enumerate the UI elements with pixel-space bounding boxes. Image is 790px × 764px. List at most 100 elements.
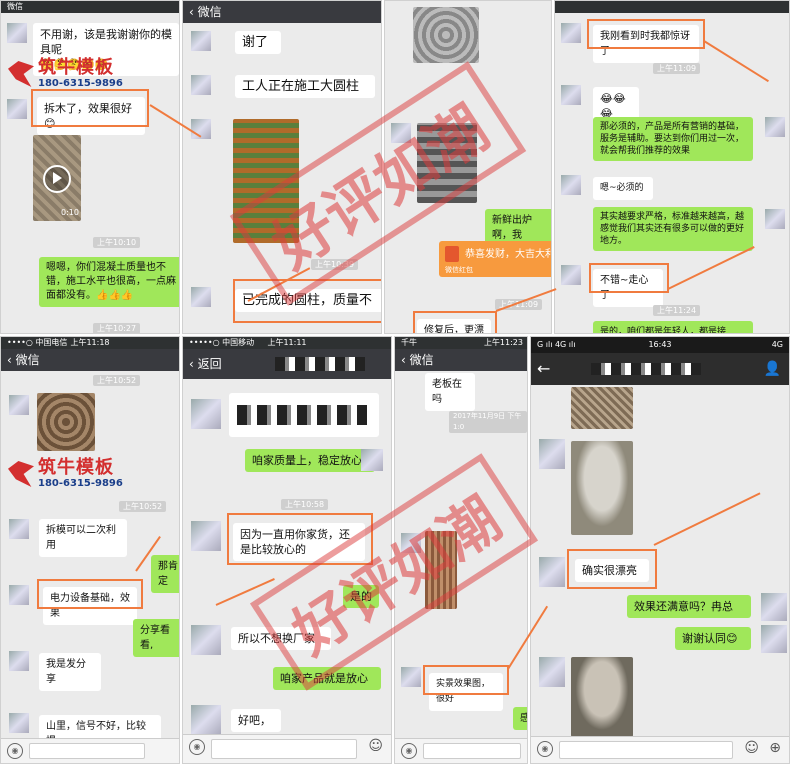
avatar[interactable] — [9, 395, 29, 415]
voice-icon[interactable]: ◉ — [401, 743, 417, 759]
avatar[interactable] — [361, 449, 383, 471]
emoji-icon[interactable]: ☺ — [368, 738, 383, 754]
avatar[interactable] — [9, 713, 29, 733]
photo-thumbnail[interactable] — [571, 441, 633, 535]
profile-icon[interactable]: 👤 — [764, 353, 781, 385]
message-input[interactable] — [423, 743, 521, 759]
status-bar: 微信 — [1, 1, 179, 13]
red-packet-label: 微信红包 — [445, 266, 473, 274]
video-thumbnail[interactable]: 0:10 — [33, 135, 81, 221]
highlight-box — [589, 263, 669, 293]
status-bar: ••••○ 中国电信 上午11:18 — [1, 337, 179, 349]
back-button[interactable]: ‹ 返回 — [189, 349, 222, 379]
timestamp: 上午10:10 — [93, 237, 141, 248]
brand-phone: 180-6315-9896 — [38, 478, 123, 489]
avatar[interactable] — [561, 85, 581, 105]
back-arrow-icon[interactable]: ← — [537, 353, 550, 385]
status-bar: 千牛 上午11:23 — [395, 337, 527, 349]
avatar[interactable] — [539, 557, 565, 587]
back-button[interactable]: ‹ 微信 — [401, 349, 434, 371]
message-bubble: 谢谢认同😊 — [675, 627, 751, 650]
message-bubble: 我是发分享 — [39, 653, 101, 691]
red-packet[interactable]: 恭喜发财，大吉大利 微信红包 — [439, 241, 552, 277]
avatar[interactable] — [7, 99, 27, 119]
message-bubble: 老板在吗 — [425, 373, 475, 411]
avatar[interactable] — [7, 23, 27, 43]
brand-name: 筑牛模板 — [38, 57, 114, 78]
timestamp: 2017年11月9日 下午1:0 — [449, 411, 527, 433]
message-bubble: 效果还满意吗？冉总 — [627, 595, 751, 618]
nav-bar: ‹ 微信 — [1, 349, 179, 371]
chat-panel-8: G ılı 4G ılı 16:43 4G ← 👤 确实很漂亮 效果还满意吗？冉… — [530, 336, 790, 764]
brand-name: 筑牛模板 — [38, 457, 114, 478]
avatar[interactable] — [539, 657, 565, 687]
avatar[interactable] — [561, 23, 581, 43]
photo-thumbnail[interactable] — [37, 393, 95, 451]
avatar[interactable] — [761, 625, 787, 653]
input-bar: ◉ — [395, 738, 527, 763]
emoji-icon[interactable]: ☺ — [744, 740, 759, 756]
input-bar: ◉ ☺ — [183, 734, 391, 763]
highlight-box — [567, 549, 657, 589]
nav-bar: ← 👤 — [531, 353, 789, 385]
timestamp: 上午10:58 — [281, 499, 329, 510]
photo-thumbnail[interactable] — [571, 387, 633, 429]
message-input[interactable] — [211, 739, 357, 759]
avatar[interactable] — [765, 117, 785, 137]
bull-logo-icon — [8, 61, 34, 87]
timestamp: 上午10:52 — [93, 375, 141, 386]
brand-phone: 180-6315-9896 — [38, 78, 123, 89]
message-bubble: 其实越要求严格，标准越来越高，越感觉我们其实还有很多可以做的更好地方。 — [593, 207, 753, 251]
back-button[interactable]: ‹ 微信 — [7, 349, 40, 371]
redacted-title — [275, 357, 365, 371]
avatar[interactable] — [191, 287, 211, 307]
photo-thumbnail[interactable] — [571, 657, 633, 737]
message-bubble: 嗯嗯，你们混凝土质量也不错，施工水平也很高，一点麻面都没有。👍👍👍 — [39, 257, 179, 307]
message-input[interactable] — [29, 743, 145, 759]
timestamp: 上午10:52 — [119, 501, 167, 512]
avatar[interactable] — [191, 75, 211, 95]
avatar[interactable] — [561, 175, 581, 195]
back-button[interactable]: ‹ 微信 — [189, 1, 222, 23]
message-bubble: 拆模可以二次利用 — [39, 519, 127, 557]
highlight-box — [31, 89, 149, 127]
play-icon[interactable] — [43, 165, 71, 193]
plus-icon[interactable]: ⊕ — [769, 740, 781, 756]
nav-bar: ‹ 微信 — [183, 1, 381, 23]
chat-panel-4: 我刚看到时我都惊讶了 上午11:09 😂😂😂 那必须的，产品是所有营销的基础，服… — [554, 0, 790, 334]
voice-icon[interactable]: ◉ — [189, 739, 205, 755]
message-input[interactable] — [559, 741, 733, 759]
highlight-box — [587, 19, 705, 49]
photo-thumbnail[interactable] — [413, 7, 479, 63]
avatar[interactable] — [401, 667, 421, 687]
avatar[interactable] — [765, 209, 785, 229]
video-duration: 0:10 — [61, 208, 79, 217]
input-bar: ◉ — [1, 738, 179, 763]
avatar[interactable] — [191, 625, 221, 655]
redacted-text — [237, 405, 367, 425]
voice-icon[interactable]: ◉ — [537, 741, 553, 757]
voice-icon[interactable]: ◉ — [7, 743, 23, 759]
timestamp: 上午11:09 — [653, 63, 701, 74]
avatar[interactable] — [191, 705, 221, 735]
avatar[interactable] — [9, 519, 29, 539]
avatar[interactable] — [191, 521, 221, 551]
message-bubble — [229, 393, 379, 437]
avatar[interactable] — [539, 439, 565, 469]
avatar[interactable] — [191, 31, 211, 51]
input-bar: ◉ ☺ ⊕ — [531, 736, 789, 763]
message-bubble: 谢了 — [235, 31, 281, 54]
avatar[interactable] — [9, 651, 29, 671]
avatar[interactable] — [191, 399, 221, 429]
redacted-title — [591, 363, 701, 375]
message-bubble: 嗯~必须的 — [593, 177, 653, 200]
avatar[interactable] — [561, 265, 581, 285]
avatar[interactable] — [761, 593, 787, 621]
status-bar: •••••○ 中国移动 上午11:11 — [183, 337, 391, 349]
message-bubble: 那肯定 — [151, 555, 179, 593]
message-bubble: 好吧， — [231, 709, 281, 732]
message-bubble: 那必须的，产品是所有营销的基础，服务是辅助。要达到你们用过一次，就会帮我们推荐的… — [593, 117, 753, 161]
red-packet-title: 恭喜发财，大吉大利 — [465, 249, 552, 260]
status-bar: G ılı 4G ılı 16:43 4G — [531, 337, 789, 353]
avatar[interactable] — [9, 585, 29, 605]
